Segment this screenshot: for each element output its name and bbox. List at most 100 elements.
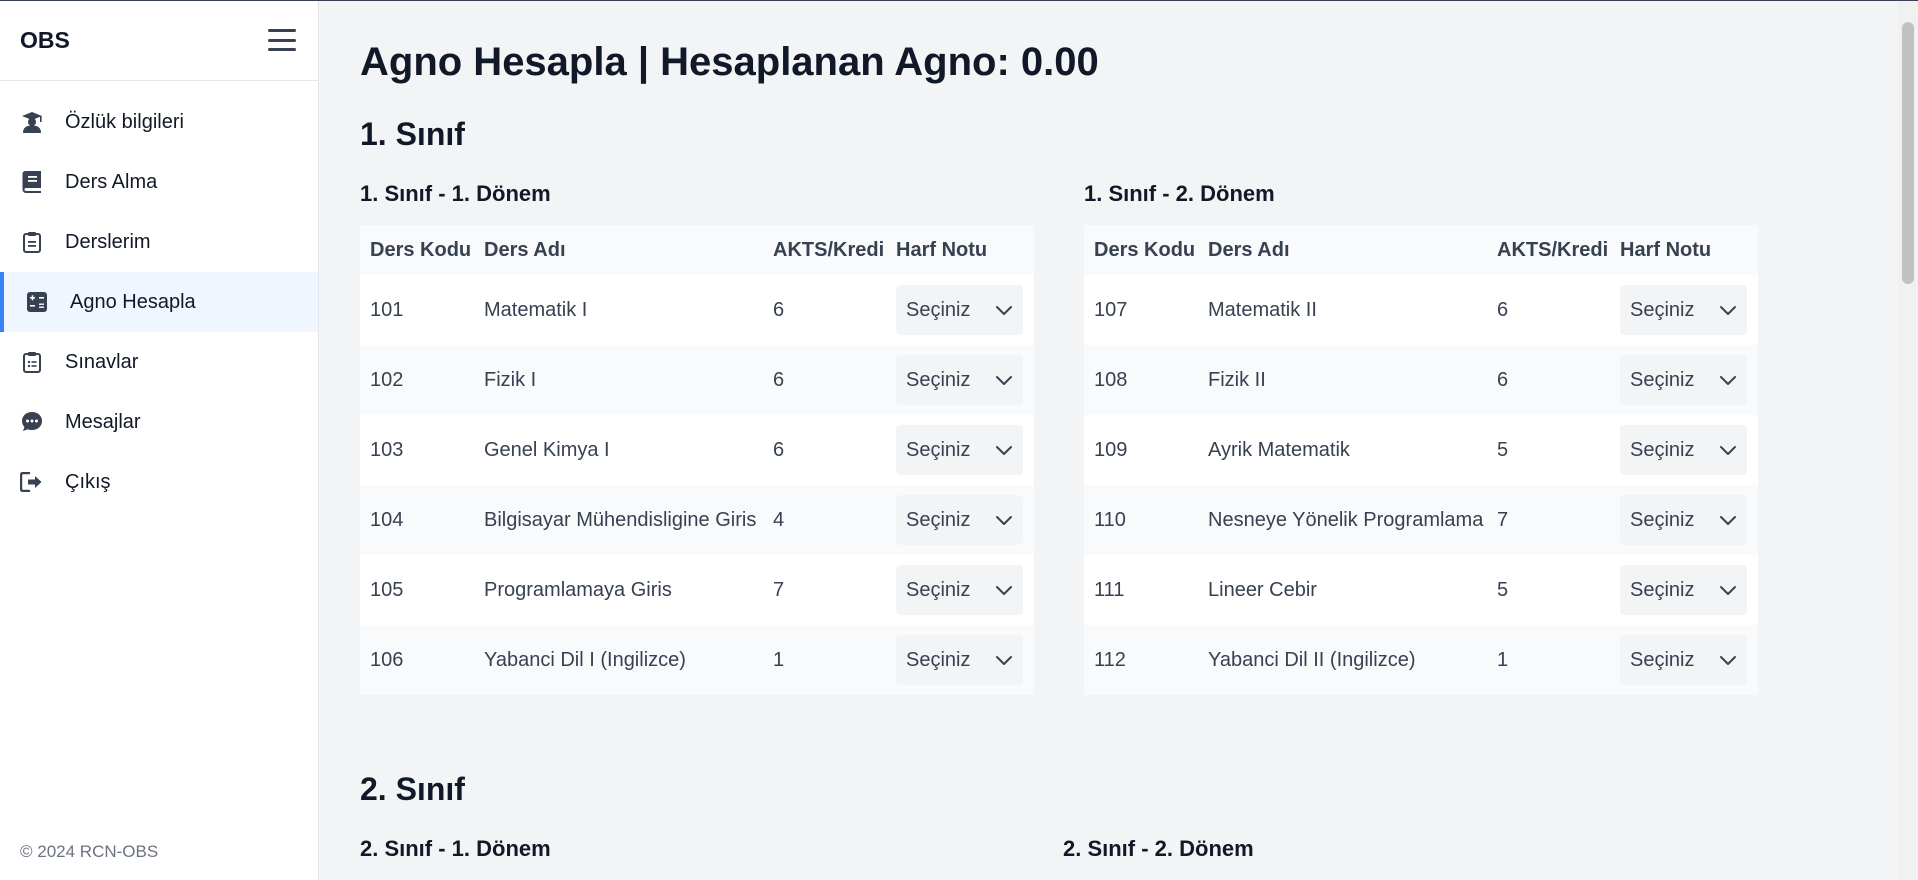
course-name: Ayrik Matematik [1208, 438, 1350, 461]
course-name: Fizik II [1208, 368, 1266, 391]
course-name: Matematik I [484, 298, 588, 321]
grade-select[interactable]: Seçiniz [1620, 635, 1747, 685]
copyright-text: © 2024 RCN-OBS [20, 842, 159, 861]
course-name: Lineer Cebir [1208, 578, 1317, 601]
chevron-down-icon [1719, 375, 1737, 386]
sidebar-item-ders-alma[interactable]: Ders Alma [0, 152, 318, 212]
grade-select-value: Seçiniz [906, 368, 971, 391]
table-row: 102 Fizik I 6 Seçiniz [360, 345, 1034, 415]
table-row: 106 Yabanci Dil I (Ingilizce) 1 Seçiniz [360, 625, 1034, 695]
scrollbar-thumb[interactable] [1902, 22, 1914, 284]
logout-icon [20, 470, 44, 494]
grade-select[interactable]: Seçiniz [896, 565, 1023, 615]
course-credit: 5 [1497, 578, 1509, 601]
table-row: 108 Fizik II 6 Seçiniz [1084, 345, 1758, 415]
course-credit: 7 [1497, 508, 1509, 531]
chevron-down-icon [995, 445, 1013, 456]
grade-select[interactable]: Seçiniz [1620, 565, 1747, 615]
chevron-down-icon [995, 305, 1013, 316]
course-credit: 6 [773, 438, 785, 461]
grade-select-value: Seçiniz [906, 578, 971, 601]
grade-select-value: Seçiniz [1630, 438, 1695, 461]
grade-select[interactable]: Seçiniz [896, 495, 1023, 545]
column-header: Ders Kodu [370, 238, 472, 261]
grade-select-value: Seçiniz [1630, 648, 1695, 671]
course-name: Genel Kimya I [484, 438, 610, 461]
course-name: Yabanci Dil II (Ingilizce) [1208, 648, 1416, 671]
grade-select-value: Seçiniz [1630, 578, 1695, 601]
grade-select[interactable]: Seçiniz [896, 355, 1023, 405]
sidebar-item-label: Sınavlar [65, 350, 139, 373]
course-name: Matematik II [1208, 298, 1317, 321]
course-name: Fizik I [484, 368, 537, 391]
grade-select-value: Seçiniz [906, 438, 971, 461]
sidebar-item-label: Çıkış [65, 470, 111, 493]
grade-select-value: Seçiniz [906, 508, 971, 531]
course-code: 108 [1094, 368, 1128, 391]
course-credit: 6 [1497, 368, 1509, 391]
course-credit: 1 [773, 648, 785, 671]
clipboard-icon [20, 230, 44, 254]
column-header: AKTS/Kredi [773, 238, 885, 261]
semester-title: 1. Sınıf - 2. Dönem [1084, 181, 1275, 206]
course-credit: 6 [773, 368, 785, 391]
sidebar-item-sinavlar[interactable]: Sınavlar [0, 332, 318, 392]
sidebar-item-cikis[interactable]: Çıkış [0, 452, 318, 512]
grade-select[interactable]: Seçiniz [896, 635, 1023, 685]
table-row: 107 Matematik II 6 Seçiniz [1084, 275, 1758, 345]
grade-select[interactable]: Seçiniz [1620, 285, 1747, 335]
grade-select-value: Seçiniz [906, 298, 971, 321]
course-credit: 5 [1497, 438, 1509, 461]
table-row: 110 Nesneye Yönelik Programlama 7 Seçini… [1084, 485, 1758, 555]
calculator-icon [25, 290, 49, 314]
column-header: Harf Notu [1620, 238, 1712, 261]
grade-select[interactable]: Seçiniz [896, 285, 1023, 335]
clipboard-list-icon [20, 350, 44, 374]
graduate-icon [20, 110, 44, 134]
column-header: AKTS/Kredi [1497, 238, 1609, 261]
sidebar-item-label: Özlük bilgileri [65, 110, 184, 133]
column-header: Ders Kodu [1094, 238, 1196, 261]
sidebar-item-label: Agno Hesapla [70, 290, 196, 313]
course-name: Nesneye Yönelik Programlama [1208, 508, 1484, 531]
sidebar-item-label: Ders Alma [65, 170, 158, 193]
chevron-down-icon [1719, 655, 1737, 666]
chevron-down-icon [1719, 445, 1737, 456]
chevron-down-icon [995, 655, 1013, 666]
course-code: 109 [1094, 438, 1128, 461]
course-credit: 6 [1497, 298, 1509, 321]
table-header: Ders Kodu Ders Adı AKTS/Kredi Harf Notu [1084, 225, 1758, 275]
brand-logo: OBS [20, 26, 70, 53]
column-header: Ders Adı [484, 238, 566, 261]
grade-select-value: Seçiniz [1630, 368, 1695, 391]
column-header: Ders Adı [1208, 238, 1290, 261]
course-code: 105 [370, 578, 404, 601]
chevron-down-icon [1719, 305, 1737, 316]
course-code: 110 [1094, 508, 1126, 531]
sidebar: OBS Özlük bilgileri Ders Alma Derslerim [0, 0, 319, 880]
grade-select-value: Seçiniz [906, 648, 971, 671]
window-top-border [0, 0, 1918, 1]
sidebar-item-ozluk-bilgileri[interactable]: Özlük bilgileri [0, 92, 318, 152]
page-scrollbar[interactable] [1898, 0, 1918, 880]
grade-select[interactable]: Seçiniz [1620, 495, 1747, 545]
table-row: 109 Ayrik Matematik 5 Seçiniz [1084, 415, 1758, 485]
grade-select[interactable]: Seçiniz [1620, 355, 1747, 405]
course-code: 106 [370, 648, 404, 671]
course-code: 104 [370, 508, 404, 531]
sidebar-header: OBS [0, 0, 318, 81]
sidebar-item-agno-hesapla[interactable]: Agno Hesapla [0, 272, 318, 332]
semester-title: 2. Sınıf - 1. Dönem [360, 836, 551, 861]
course-table: Ders Kodu Ders Adı AKTS/Kredi Harf Notu … [1084, 225, 1758, 695]
grade-select[interactable]: Seçiniz [896, 425, 1023, 475]
grade-select-value: Seçiniz [1630, 508, 1695, 531]
chevron-down-icon [1719, 515, 1737, 526]
sidebar-nav: Özlük bilgileri Ders Alma Derslerim Agno… [0, 92, 318, 512]
column-header: Harf Notu [896, 238, 988, 261]
menu-toggle-icon[interactable] [268, 29, 296, 51]
course-credit: 6 [773, 298, 785, 321]
grade-select[interactable]: Seçiniz [1620, 425, 1747, 475]
course-table: Ders Kodu Ders Adı AKTS/Kredi Harf Notu … [360, 225, 1034, 695]
sidebar-item-derslerim[interactable]: Derslerim [0, 212, 318, 272]
sidebar-item-mesajlar[interactable]: Mesajlar [0, 392, 318, 452]
